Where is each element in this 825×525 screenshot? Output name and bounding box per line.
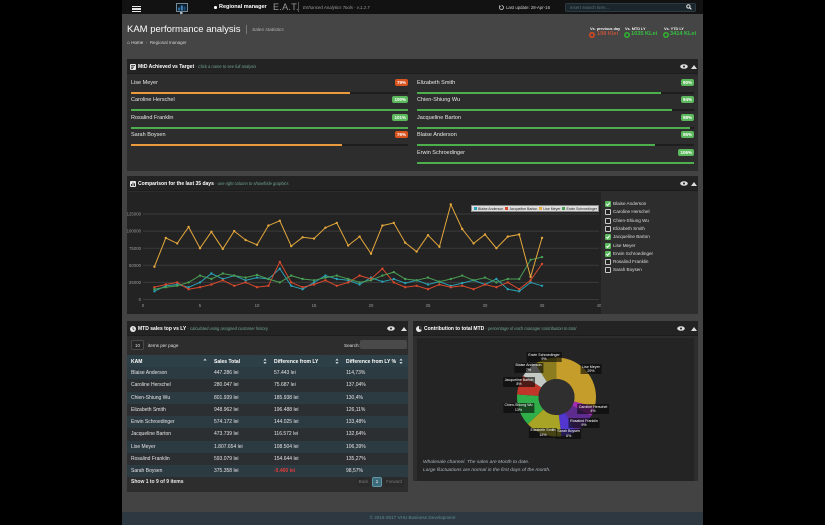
- svg-text:125000: 125000: [127, 212, 142, 217]
- svg-text:100000: 100000: [127, 229, 142, 234]
- svg-text:25: 25: [426, 303, 431, 308]
- svg-text:10: 10: [255, 303, 260, 308]
- svg-text:25000: 25000: [129, 280, 142, 285]
- svg-text:20: 20: [369, 303, 374, 308]
- svg-text:40: 40: [597, 303, 601, 308]
- svg-text:35: 35: [540, 303, 545, 308]
- svg-text:5: 5: [199, 303, 202, 308]
- svg-text:30: 30: [483, 303, 488, 308]
- svg-text:75000: 75000: [129, 246, 142, 251]
- svg-text:0: 0: [139, 297, 142, 302]
- svg-text:50000: 50000: [129, 263, 142, 268]
- svg-text:0: 0: [142, 303, 145, 308]
- svg-text:15: 15: [312, 303, 317, 308]
